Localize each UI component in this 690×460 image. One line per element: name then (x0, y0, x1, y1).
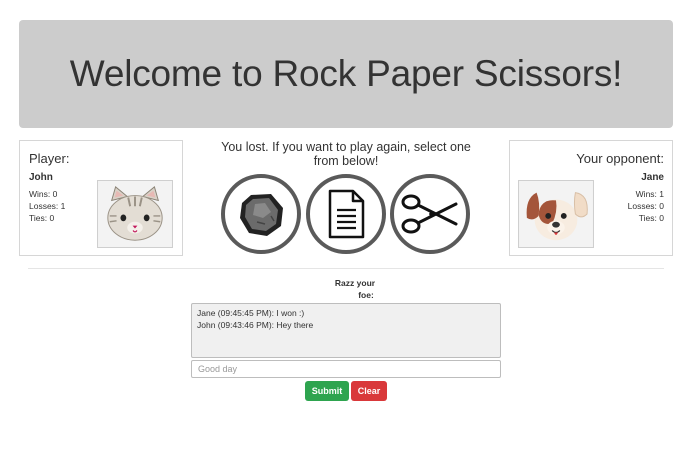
dog-avatar-icon (519, 181, 593, 247)
opponent-ties: Ties: 0 (638, 213, 664, 223)
player-wins: Wins: 0 (29, 189, 58, 199)
chat-message: John (09:43:46 PM): Hey there (197, 320, 314, 330)
section-divider (28, 268, 664, 269)
page-title: Welcome to Rock Paper Scissors! (69, 53, 623, 94)
status-line-2: from below! (313, 154, 379, 168)
opponent-wins: Wins: 1 (635, 189, 664, 199)
cat-avatar-icon (98, 181, 172, 247)
header-banner: Welcome to Rock Paper Scissors! (19, 20, 673, 128)
opponent-avatar (518, 180, 594, 248)
opponent-heading: Your opponent: (576, 151, 664, 166)
chat-log[interactable]: Jane (09:45:45 PM): I won :) John (09:43… (191, 303, 501, 358)
chat-label: Razz your foe: (300, 277, 410, 301)
opponent-name: Jane (641, 172, 664, 183)
paper-icon (328, 189, 365, 239)
opponent-losses: Losses: 0 (627, 201, 664, 211)
chat-label-line-2: foe: (358, 290, 374, 300)
player-heading: Player: (29, 151, 70, 166)
clear-button[interactable]: Clear (351, 381, 387, 401)
rock-icon (240, 194, 283, 236)
game-status-message: You lost. If you want to play again, sel… (196, 140, 496, 168)
rock-button[interactable] (221, 174, 301, 254)
player-ties: Ties: 0 (29, 213, 55, 223)
player-card: Player: John Wins: 0 Losses: 1 Ties: 0 (19, 140, 183, 256)
chat-message-input[interactable] (191, 360, 501, 378)
opponent-card: Your opponent: Jane Wins: 1 Losses: 0 Ti… (509, 140, 673, 256)
scissors-button[interactable] (390, 174, 470, 254)
chat-message: Jane (09:45:45 PM): I won :) (197, 308, 305, 318)
player-name: John (29, 172, 53, 183)
scissors-icon (401, 194, 458, 234)
player-avatar (97, 180, 173, 248)
status-line-1: You lost. If you want to play again, sel… (221, 140, 471, 154)
paper-button[interactable] (306, 174, 386, 254)
submit-button[interactable]: Submit (305, 381, 349, 401)
chat-label-line-1: Razz your (334, 278, 376, 288)
player-losses: Losses: 1 (29, 201, 66, 211)
